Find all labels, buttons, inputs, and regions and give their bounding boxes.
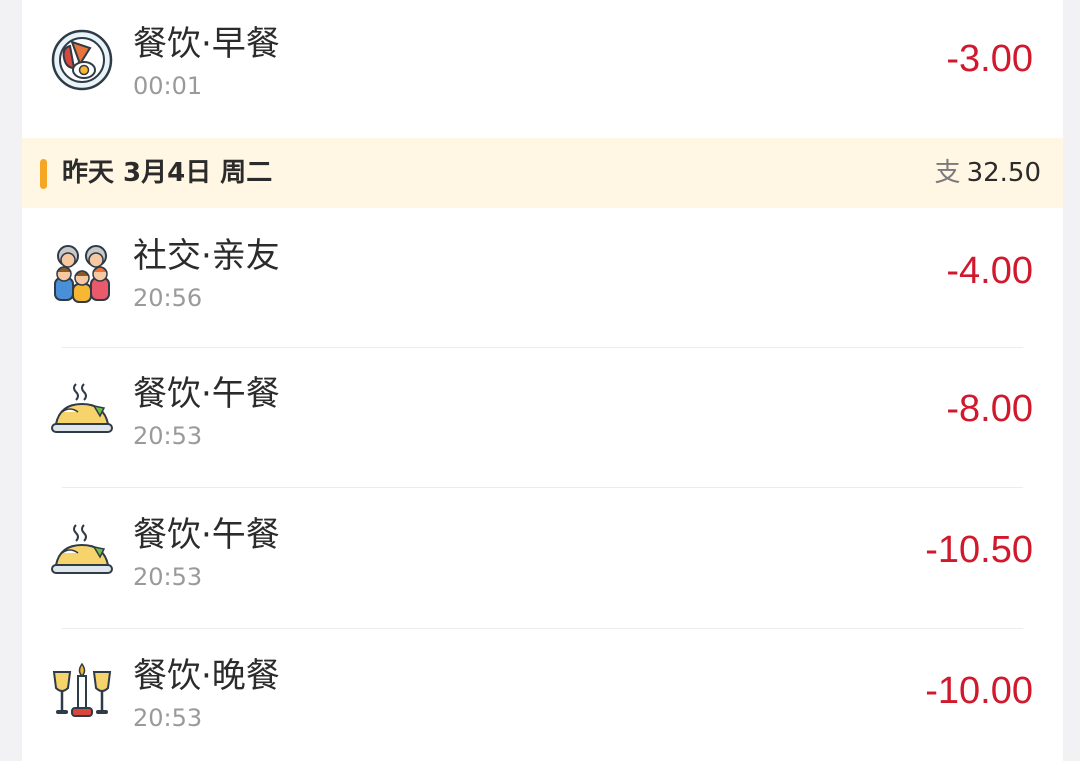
transaction-time: 20:53: [133, 563, 203, 591]
transaction-amount: -10.50: [925, 529, 1033, 571]
transaction-time: 20:56: [133, 284, 203, 312]
transaction-time: 20:53: [133, 422, 203, 450]
lunch-icon: [50, 519, 114, 583]
transaction-row-social[interactable]: 社交·亲友 20:56 -4.00: [22, 208, 1063, 348]
transaction-time: 20:53: [133, 704, 203, 732]
dinner-icon: [50, 660, 114, 724]
day-header-total: 支 32.50: [935, 156, 1041, 190]
lunch-icon: [50, 378, 114, 442]
transaction-title: 社交·亲友: [133, 236, 280, 276]
day-header-date: 昨天 3月4日 周二: [62, 158, 273, 188]
transaction-amount: -4.00: [946, 250, 1033, 292]
transaction-title: 餐饮·午餐: [133, 515, 280, 555]
transaction-time: 00:01: [133, 72, 203, 100]
transaction-title: 餐饮·早餐: [133, 24, 280, 64]
transaction-amount: -3.00: [946, 38, 1033, 80]
day-header-total-label: 支: [934, 158, 961, 188]
day-header-marker: [40, 159, 47, 189]
family-icon: [50, 240, 114, 304]
breakfast-icon: [50, 28, 114, 92]
transaction-row-dinner[interactable]: 餐饮·晚餐 20:53 -10.00: [22, 630, 1063, 761]
transaction-list: 餐饮·早餐 00:01 -3.00 昨天 3月4日 周二 支 32.50 社交·…: [22, 0, 1063, 761]
transaction-row-breakfast[interactable]: 餐饮·早餐 00:01 -3.00: [22, 0, 1063, 138]
transaction-row-lunch[interactable]: 餐饮·午餐 20:53 -10.50: [22, 489, 1063, 629]
row-divider: [62, 487, 1023, 488]
day-header: 昨天 3月4日 周二 支 32.50: [22, 138, 1063, 208]
transaction-title: 餐饮·午餐: [133, 374, 280, 414]
day-header-total-value: 32.50: [966, 158, 1041, 188]
row-divider: [62, 628, 1023, 629]
transaction-row-lunch[interactable]: 餐饮·午餐 20:53 -8.00: [22, 348, 1063, 488]
transaction-title: 餐饮·晚餐: [133, 656, 280, 696]
transaction-amount: -10.00: [925, 670, 1033, 712]
transaction-amount: -8.00: [946, 388, 1033, 430]
